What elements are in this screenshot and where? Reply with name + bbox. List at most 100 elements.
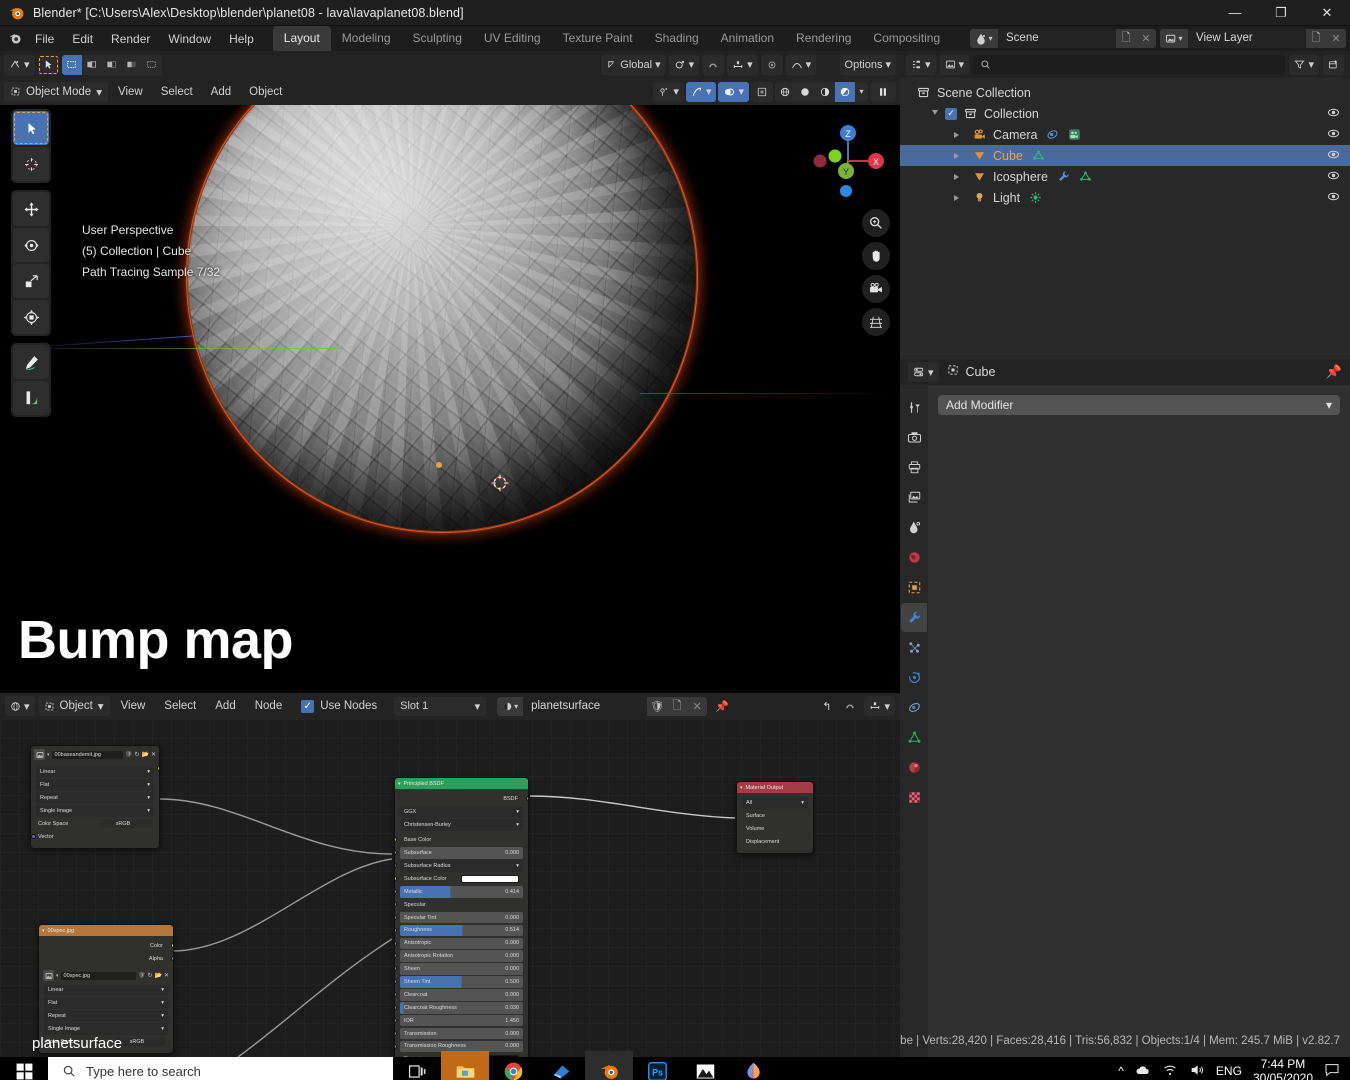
- bsdf-input-socket[interactable]: [395, 927, 397, 933]
- workspace-tab-uv-editing[interactable]: UV Editing: [473, 26, 552, 51]
- scene-selector[interactable]: ▾ Scene 🗋 ✕: [970, 29, 1156, 48]
- bsdf-distribution-row[interactable]: GGX ▾: [400, 806, 523, 818]
- node-magnet-icon[interactable]: [839, 696, 861, 716]
- viewport-menu-select[interactable]: Select: [153, 83, 201, 101]
- bsdf-input-socket[interactable]: [395, 837, 397, 843]
- proportional-falloff-dropdown[interactable]: ▾: [785, 54, 817, 75]
- outliner-tree[interactable]: Scene Collection ✓ Collection Camera Cube Ico…: [900, 78, 1350, 359]
- rendered-shading-icon[interactable]: [835, 81, 855, 102]
- snap-magnet-button[interactable]: [702, 54, 725, 75]
- zoom-icon[interactable]: [862, 209, 890, 237]
- camera-object-icon[interactable]: [1068, 128, 1081, 141]
- collection-checkbox[interactable]: ✓: [945, 107, 957, 120]
- expand-triangle-icon[interactable]: [932, 109, 938, 118]
- view-layer-icon[interactable]: ▾: [1160, 29, 1188, 48]
- tex-emit-colorspace-value[interactable]: sRGB: [100, 819, 152, 828]
- tex-spec-row-3[interactable]: Single Image ▾: [44, 1023, 168, 1035]
- view-layer-name[interactable]: View Layer: [1188, 29, 1306, 48]
- unlink-icon-emit[interactable]: ✕: [151, 751, 156, 758]
- outliner-row-light[interactable]: Light: [900, 187, 1350, 208]
- menu-window[interactable]: Window: [159, 29, 220, 49]
- properties-tab-tool[interactable]: [901, 393, 927, 422]
- outliner-row-collection[interactable]: ✓ Collection: [900, 103, 1350, 124]
- tex-spec-alpha-socket[interactable]: [171, 956, 173, 962]
- expand-triangle-icon[interactable]: [954, 152, 959, 159]
- unlink-material-button[interactable]: ✕: [687, 696, 708, 716]
- shader-menu-add[interactable]: Add: [207, 697, 243, 715]
- object-mode-dropdown[interactable]: Object Mode ▾: [4, 81, 108, 102]
- wireframe-shading-icon[interactable]: [775, 82, 795, 102]
- menu-file[interactable]: File: [26, 29, 63, 49]
- tex-spec-header[interactable]: ▾ 00spec.jpg: [39, 925, 173, 936]
- workspace-tab-modeling[interactable]: Modeling: [331, 26, 402, 51]
- new-view-layer-button[interactable]: 🗋: [1306, 29, 1326, 48]
- visibility-eye-icon[interactable]: [1327, 148, 1340, 164]
- bsdf-header[interactable]: ▾ Principled BSDF: [395, 778, 528, 789]
- bsdf-prop-subsurface-radius[interactable]: Subsurface Radius ▾: [395, 860, 523, 872]
- output-collapse-icon[interactable]: ▾: [740, 785, 743, 791]
- properties-tab-texture[interactable]: [901, 783, 927, 812]
- bsdf-input-socket[interactable]: [395, 876, 397, 882]
- open-folder-icon-emit[interactable]: 📂: [141, 751, 148, 758]
- bsdf-prop-metallic[interactable]: Metallic 0.414: [395, 886, 523, 898]
- outliner-row-icosphere[interactable]: Icosphere: [900, 166, 1350, 187]
- properties-tab-modifier[interactable]: [901, 603, 927, 632]
- visibility-dropdown[interactable]: ▾: [653, 81, 684, 102]
- bsdf-prop-base-color[interactable]: Base Color: [395, 834, 523, 846]
- 3d-viewport[interactable]: User Perspective (5) Collection | Cube P…: [0, 105, 900, 693]
- snap-node-up-icon[interactable]: ↰: [817, 696, 836, 716]
- properties-tab-object[interactable]: [901, 573, 927, 602]
- window-minimize-button[interactable]: —: [1212, 0, 1258, 26]
- menu-edit[interactable]: Edit: [63, 29, 102, 49]
- file-explorer-icon[interactable]: [441, 1051, 489, 1080]
- bsdf-collapse-icon[interactable]: ▾: [398, 781, 401, 787]
- pivot-point-dropdown[interactable]: ▾: [668, 54, 700, 75]
- bsdf-subsurface-method-row[interactable]: Christensen-Burley ▾: [400, 819, 523, 831]
- bsdf-prop-anisotropic-rotation[interactable]: Anisotropic Rotation 0.000: [395, 950, 523, 962]
- tray-expand-icon[interactable]: ^: [1118, 1064, 1124, 1078]
- tool-scale-icon[interactable]: [13, 264, 49, 298]
- bsdf-prop-transmission[interactable]: Transmission 0.000: [395, 1027, 523, 1040]
- photoshop-icon[interactable]: Ps: [633, 1051, 681, 1080]
- mesh-data-icon[interactable]: [1079, 170, 1092, 183]
- bsdf-input-socket[interactable]: [395, 901, 397, 907]
- properties-tab-scene[interactable]: [901, 513, 927, 542]
- camera-data-icon[interactable]: [1046, 128, 1059, 141]
- tex-spec-row-1[interactable]: Flat ▾: [44, 997, 168, 1009]
- wifi-icon[interactable]: [1162, 1062, 1178, 1080]
- visibility-eye-icon[interactable]: [1327, 190, 1340, 206]
- shader-node-canvas[interactable]: ▾ 00baseandemit.jpg 🛡 ↻ 📂 ✕ Linear ▾ Flat…: [0, 719, 900, 1057]
- taskbar-clock[interactable]: 7:44 PM 30/05/2020: [1253, 1057, 1313, 1080]
- bsdf-input-socket[interactable]: [395, 850, 397, 856]
- visibility-eye-icon[interactable]: [1327, 127, 1340, 143]
- photos-icon[interactable]: [681, 1051, 729, 1080]
- blender-icon[interactable]: [585, 1051, 633, 1080]
- grid-icon[interactable]: [862, 308, 890, 336]
- properties-tab-data[interactable]: [901, 723, 927, 752]
- expand-triangle-icon[interactable]: [954, 131, 959, 138]
- chrome-icon[interactable]: [489, 1051, 537, 1080]
- bsdf-input-socket[interactable]: [395, 914, 397, 920]
- onedrive-icon[interactable]: [1135, 1062, 1151, 1080]
- outliner-search-input[interactable]: [973, 55, 1286, 74]
- tex-emit-row-3[interactable]: Single Image ▾: [36, 805, 154, 817]
- expand-triangle-icon[interactable]: [954, 194, 959, 201]
- bsdf-input-socket[interactable]: [395, 940, 397, 946]
- xray-toggle[interactable]: [751, 81, 773, 102]
- copy-material-button[interactable]: 🗋: [667, 696, 688, 716]
- editor-type-button[interactable]: ▾: [4, 54, 35, 75]
- menu-render[interactable]: Render: [102, 29, 159, 49]
- bsdf-prop-roughness[interactable]: Roughness 0.514: [395, 924, 523, 937]
- fake-user-icon-emit[interactable]: 🛡: [125, 751, 133, 758]
- outliner-display-mode-button[interactable]: ▾: [939, 54, 970, 75]
- mesh-data-icon[interactable]: [1032, 149, 1045, 162]
- visibility-eye-icon[interactable]: [1327, 106, 1340, 122]
- bsdf-input-socket[interactable]: [395, 1005, 397, 1011]
- output-header[interactable]: ▾ Material Output: [737, 782, 813, 793]
- shader-editor-type-button[interactable]: ▾: [5, 696, 35, 716]
- select-intersect-icon[interactable]: [142, 55, 162, 75]
- fake-user-button[interactable]: 🛡: [647, 696, 668, 716]
- properties-tab-constraints[interactable]: [901, 693, 927, 722]
- properties-tab-material[interactable]: [901, 753, 927, 782]
- bsdf-prop-clearcoat-roughness[interactable]: Clearcoat Roughness 0.030: [395, 1002, 523, 1014]
